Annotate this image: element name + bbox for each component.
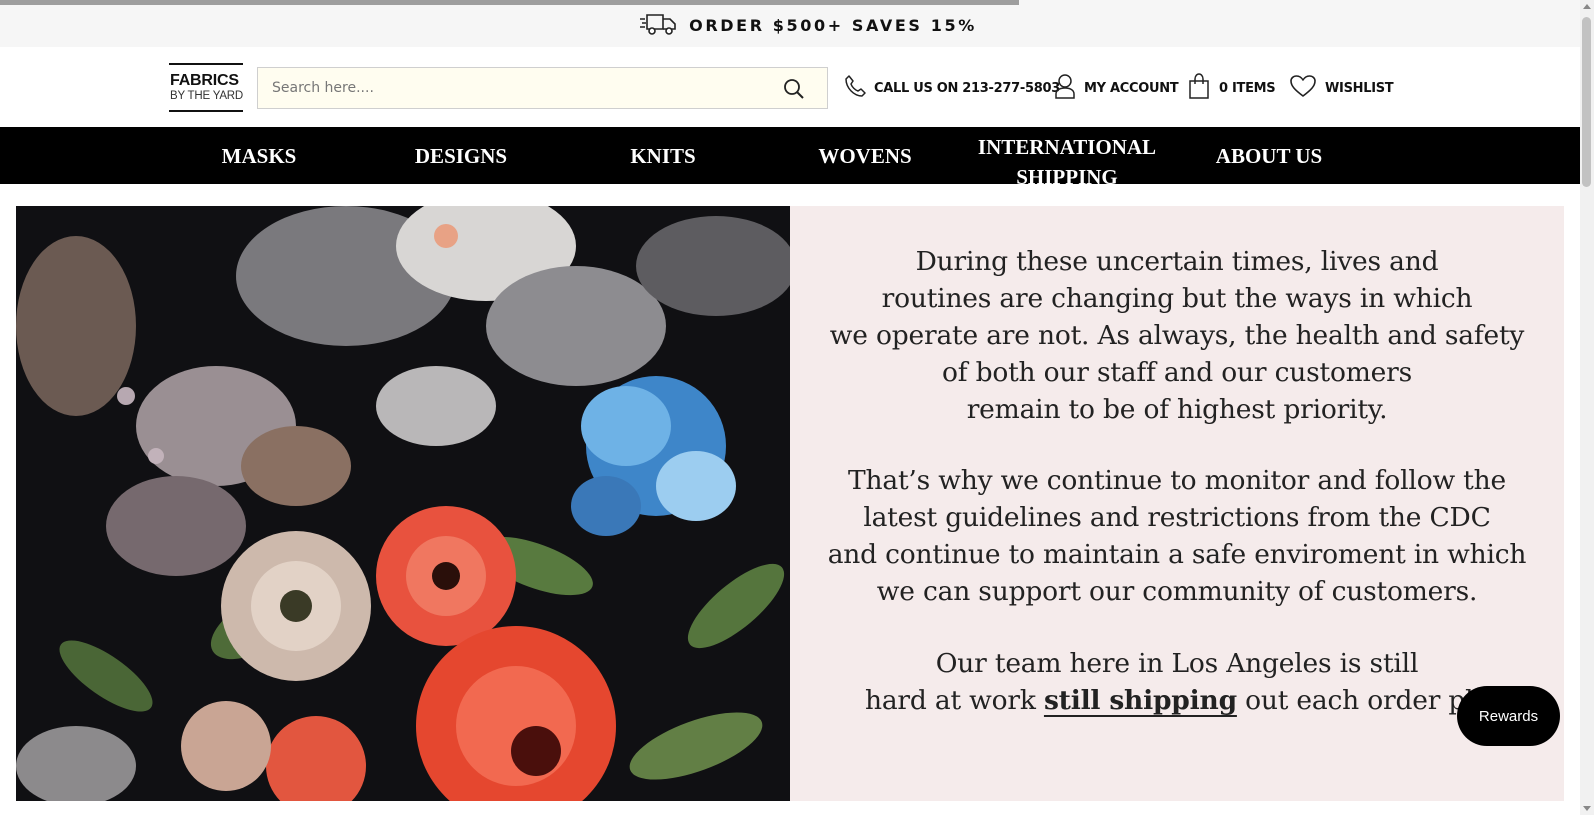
main-nav: MASKS DESIGNS KNITS WOVENS INTERNATIONAL…	[0, 127, 1580, 184]
call-us-label: CALL US ON 213-277-5803	[874, 80, 1060, 96]
hero-paragraph-3-line-2: hard at work still shipping out each ord…	[790, 682, 1564, 719]
wishlist-link[interactable]: WISHLIST	[1289, 73, 1394, 103]
cart-link[interactable]: 0 ITEMS	[1187, 73, 1276, 103]
user-icon	[1054, 73, 1076, 103]
nav-item-designs[interactable]: DESIGNS	[381, 127, 541, 184]
hero-section: During these uncertain times, lives and …	[16, 206, 1564, 801]
wishlist-label: WISHLIST	[1325, 80, 1394, 96]
scrollbar-thumb[interactable]	[1582, 17, 1591, 187]
hero-paragraph-3-pre: hard at work	[864, 685, 1044, 716]
scroll-up-arrow-icon[interactable]	[1583, 4, 1591, 9]
cart-count-label: 0 ITEMS	[1219, 80, 1276, 96]
my-account-link[interactable]: MY ACCOUNT	[1054, 73, 1179, 103]
site-logo[interactable]: FABRICS BY THE YARD	[169, 63, 243, 112]
page-load-progress-bar	[0, 0, 1019, 5]
search-icon[interactable]	[783, 78, 805, 100]
hero-paragraph-1: During these uncertain times, lives and …	[829, 246, 1525, 425]
logo-line-1: FABRICS	[170, 72, 239, 89]
logo-line-2: BY THE YARD	[170, 90, 244, 102]
delivery-truck-icon	[639, 11, 679, 41]
promo-banner: ORDER $500+ SAVES 15%	[0, 0, 1580, 47]
hero-paragraph-3-post: out each order pla	[1236, 685, 1490, 716]
hero-message-panel: During these uncertain times, lives and …	[790, 206, 1564, 801]
hero-paragraph-2: That’s why we continue to monitor and fo…	[827, 465, 1527, 607]
rewards-button[interactable]: Rewards	[1457, 686, 1560, 746]
site-header: FABRICS BY THE YARD CALL US ON 213-277-5…	[0, 47, 1580, 127]
still-shipping-link[interactable]: still shipping	[1044, 685, 1237, 716]
promo-text: ORDER $500+ SAVES 15%	[689, 16, 977, 35]
search-input[interactable]	[258, 68, 768, 108]
shopping-bag-icon	[1187, 73, 1211, 103]
nav-item-knits[interactable]: KNITS	[583, 127, 743, 184]
scroll-down-arrow-icon[interactable]	[1583, 806, 1591, 811]
nav-item-wovens[interactable]: WOVENS	[785, 127, 945, 184]
page-scrollbar[interactable]	[1580, 0, 1594, 815]
nav-item-international-shipping[interactable]: INTERNATIONAL SHIPPING	[972, 132, 1162, 184]
heart-icon	[1289, 74, 1317, 102]
phone-icon	[844, 74, 866, 102]
call-us-link[interactable]: CALL US ON 213-277-5803	[844, 73, 1060, 103]
nav-item-about-us[interactable]: ABOUT US	[1189, 127, 1349, 184]
nav-item-masks[interactable]: MASKS	[179, 127, 339, 184]
hero-paragraph-3-line-1: Our team here in Los Angeles is still	[935, 648, 1419, 679]
search-box	[257, 67, 828, 109]
floral-fabric-image	[16, 206, 790, 801]
my-account-label: MY ACCOUNT	[1084, 80, 1179, 96]
